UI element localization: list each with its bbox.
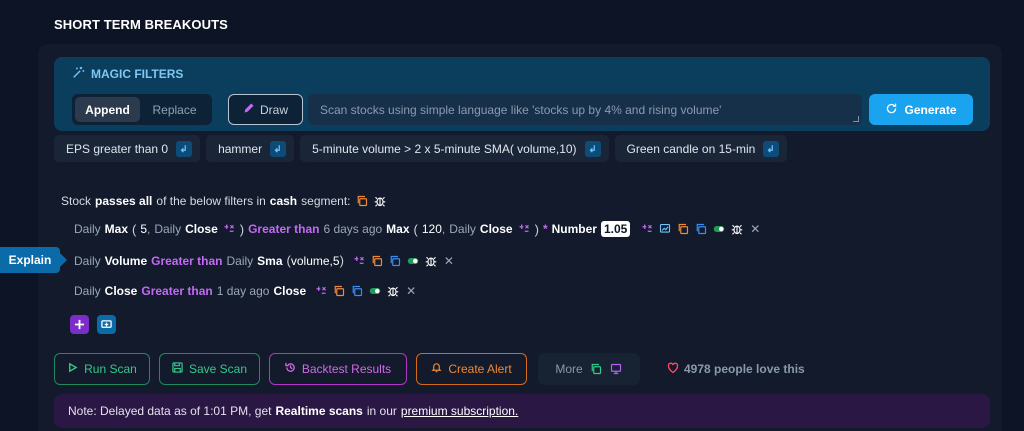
- copy-icon[interactable]: [370, 254, 384, 268]
- edit-attribute-icon[interactable]: [517, 222, 531, 236]
- comparator[interactable]: Greater than: [151, 254, 222, 268]
- insert-icon[interactable]: [270, 140, 287, 157]
- magic-prompt-input[interactable]: Scan stocks using simple language like '…: [308, 94, 862, 125]
- replace-toggle[interactable]: Replace: [140, 97, 209, 122]
- offset-label[interactable]: 1 day ago: [217, 284, 270, 298]
- chart-icon[interactable]: [658, 222, 672, 236]
- history-icon: [285, 362, 296, 376]
- bug-icon[interactable]: [730, 222, 744, 236]
- pencil-icon: [243, 102, 255, 117]
- rule-function[interactable]: Volume: [105, 254, 147, 268]
- comparator[interactable]: Greater than: [248, 222, 319, 236]
- bug-icon[interactable]: [424, 254, 438, 268]
- create-alert-button[interactable]: Create Alert: [416, 353, 527, 385]
- save-icon: [172, 362, 183, 376]
- append-toggle[interactable]: Append: [75, 97, 141, 122]
- edit-attribute-icon[interactable]: [222, 222, 236, 236]
- bug-icon[interactable]: [386, 284, 400, 298]
- duplicate-icon[interactable]: [694, 222, 708, 236]
- close-icon[interactable]: ✕: [404, 284, 418, 298]
- more-menu[interactable]: More: [538, 353, 640, 385]
- suggestion-chips: EPS greater than 0 hammer 5-minute volum…: [54, 135, 788, 162]
- filter-rule[interactable]: Daily Volume Greater than Daily Sma ( vo…: [74, 253, 456, 268]
- copy-icon[interactable]: [589, 362, 603, 376]
- rule-function[interactable]: Sma: [257, 254, 282, 268]
- chip-label: EPS greater than 0: [66, 141, 169, 156]
- explain-tab[interactable]: Explain: [0, 247, 67, 273]
- magic-filters-title: MAGIC FILTERS: [91, 67, 184, 81]
- heart-icon: [667, 362, 679, 377]
- add-group-button[interactable]: [97, 315, 116, 334]
- bug-icon[interactable]: [373, 194, 387, 208]
- rule-argument[interactable]: 120: [422, 222, 442, 236]
- scan-actions: Run Scan Save Scan Backtest Results Crea…: [54, 353, 805, 385]
- close-icon[interactable]: ✕: [442, 254, 456, 268]
- prompt-placeholder: Scan stocks using simple language like '…: [320, 102, 722, 117]
- edit-attribute-icon[interactable]: [640, 222, 654, 236]
- magic-filters-box: MAGIC FILTERS Append Replace Draw Scan s…: [54, 57, 990, 131]
- monitor-icon[interactable]: [609, 362, 623, 376]
- filter-rule[interactable]: Daily Max ( 5 , Daily Close ) Greater th…: [74, 221, 762, 237]
- suggestion-chip[interactable]: hammer: [206, 135, 295, 162]
- draw-button[interactable]: Draw: [228, 94, 303, 125]
- copy-icon[interactable]: [676, 222, 690, 236]
- chip-label: Green candle on 15-min: [626, 141, 756, 156]
- rule-function[interactable]: Close: [480, 222, 513, 236]
- number-value[interactable]: 1.05: [600, 221, 631, 237]
- suggestion-chip[interactable]: Green candle on 15-min: [614, 135, 788, 162]
- duplicate-icon[interactable]: [350, 284, 364, 298]
- rule-argument[interactable]: volume,5: [291, 254, 340, 268]
- generate-label: Generate: [904, 102, 957, 117]
- premium-subscription-link[interactable]: premium subscription.: [401, 404, 518, 418]
- save-scan-button[interactable]: Save Scan: [159, 353, 260, 385]
- edit-attribute-icon[interactable]: [314, 284, 328, 298]
- comparator[interactable]: Greater than: [141, 284, 212, 298]
- rule-argument[interactable]: 5: [140, 222, 147, 236]
- duplicate-icon[interactable]: [388, 254, 402, 268]
- play-icon: [67, 362, 78, 376]
- rule-function[interactable]: Close: [105, 284, 138, 298]
- toggle-icon[interactable]: [406, 254, 420, 268]
- page-title: SHORT TERM BREAKOUTS: [54, 17, 228, 32]
- generate-icon: [885, 102, 898, 118]
- filter-rule[interactable]: Daily Close Greater than 1 day ago Close…: [74, 284, 418, 298]
- offset-label[interactable]: 6 days ago: [323, 222, 382, 236]
- magic-filters-header: MAGIC FILTERS: [72, 66, 183, 82]
- add-filter-button[interactable]: [70, 315, 89, 334]
- suggestion-chip[interactable]: EPS greater than 0: [54, 135, 201, 162]
- rule-function[interactable]: Max: [386, 222, 409, 236]
- love-count[interactable]: 4978 people love this: [667, 362, 805, 377]
- insert-icon[interactable]: [584, 140, 601, 157]
- edit-attribute-icon[interactable]: [352, 254, 366, 268]
- generate-button[interactable]: Generate: [869, 94, 973, 125]
- magic-wand-icon: [72, 66, 85, 82]
- rule-function[interactable]: Close: [185, 222, 218, 236]
- backtest-results-button[interactable]: Backtest Results: [269, 353, 407, 385]
- chip-label: hammer: [218, 141, 263, 156]
- resize-grip-icon[interactable]: [853, 116, 859, 122]
- chip-label: 5-minute volume > 2 x 5-minute SMA( volu…: [312, 141, 577, 156]
- suggestion-chip[interactable]: 5-minute volume > 2 x 5-minute SMA( volu…: [300, 135, 609, 162]
- run-scan-button[interactable]: Run Scan: [54, 353, 150, 385]
- draw-label: Draw: [259, 102, 288, 117]
- close-icon[interactable]: ✕: [748, 222, 762, 236]
- delayed-data-note: Note: Delayed data as of 1:01 PM, get Re…: [54, 394, 990, 428]
- copy-icon[interactable]: [332, 284, 346, 298]
- toggle-icon[interactable]: [712, 222, 726, 236]
- mode-toggle: Append Replace: [72, 94, 212, 125]
- rule-function[interactable]: Max: [105, 222, 128, 236]
- toggle-icon[interactable]: [368, 284, 382, 298]
- insert-icon[interactable]: [763, 140, 780, 157]
- copy-icon[interactable]: [355, 194, 369, 208]
- insert-icon[interactable]: [176, 140, 193, 157]
- bell-icon: [431, 362, 442, 376]
- number-label[interactable]: Number: [552, 222, 597, 236]
- scan-condition-header: Stock passes all of the below filters in…: [61, 194, 387, 208]
- rule-function[interactable]: Close: [273, 284, 306, 298]
